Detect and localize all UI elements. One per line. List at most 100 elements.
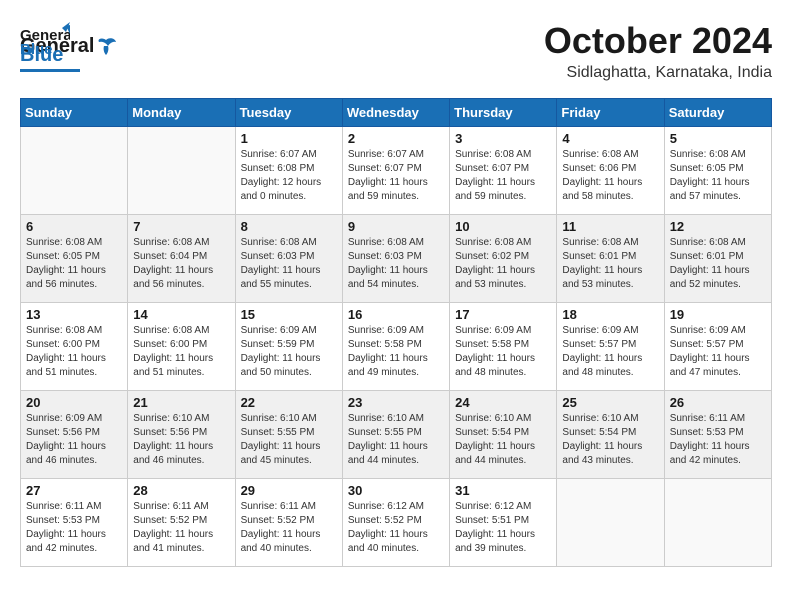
day-info: Sunrise: 6:11 AMSunset: 5:53 PMDaylight:… (26, 500, 122, 556)
day-number: 17 (455, 307, 551, 322)
day-number: 29 (241, 483, 337, 498)
location-title: Sidlaghatta, Karnataka, India (544, 64, 772, 82)
day-number: 15 (241, 307, 337, 322)
calendar-table: SundayMondayTuesdayWednesdayThursdayFrid… (20, 98, 772, 567)
day-info: Sunrise: 6:09 AMSunset: 5:57 PMDaylight:… (562, 324, 658, 380)
day-number: 16 (348, 307, 444, 322)
calendar-cell: 24Sunrise: 6:10 AMSunset: 5:54 PMDayligh… (450, 391, 557, 479)
weekday-header-monday: Monday (128, 99, 235, 127)
day-number: 23 (348, 395, 444, 410)
day-number: 28 (133, 483, 229, 498)
day-info: Sunrise: 6:12 AMSunset: 5:52 PMDaylight:… (348, 500, 444, 556)
day-number: 18 (562, 307, 658, 322)
calendar-cell: 25Sunrise: 6:10 AMSunset: 5:54 PMDayligh… (557, 391, 664, 479)
calendar-cell: 10Sunrise: 6:08 AMSunset: 6:02 PMDayligh… (450, 215, 557, 303)
calendar-week-row: 20 Sunrise: 6:09 AMSunset: 5:56 PMDayligh… (21, 391, 772, 479)
day-info: Sunrise: 6:10 AMSunset: 5:55 PMDaylight:… (348, 412, 444, 468)
calendar-header-row: SundayMondayTuesdayWednesdayThursdayFrid… (21, 99, 772, 127)
calendar-cell: 27 Sunrise: 6:11 AMSunset: 5:53 PMDayligh… (21, 479, 128, 567)
logo: General Blue General Blue (20, 20, 118, 72)
weekday-header-sunday: Sunday (21, 99, 128, 127)
calendar-cell (128, 127, 235, 215)
day-info: Sunrise: 6:08 AMSunset: 6:06 PMDaylight:… (562, 148, 658, 204)
day-info: Sunrise: 6:08 AMSunset: 6:03 PMDaylight:… (348, 236, 444, 292)
day-info: Sunrise: 6:08 AMSunset: 6:04 PMDaylight:… (133, 236, 229, 292)
day-info: Sunrise: 6:10 AMSunset: 5:55 PMDaylight:… (241, 412, 337, 468)
calendar-cell: 23 Sunrise: 6:10 AMSunset: 5:55 PMDayligh… (342, 391, 449, 479)
day-info: Sunrise: 6:12 AMSunset: 5:51 PMDaylight:… (455, 500, 551, 556)
day-info: Sunrise: 6:11 AMSunset: 5:52 PMDaylight:… (133, 500, 229, 556)
svg-text:Blue: Blue (20, 41, 53, 58)
day-info: Sunrise: 6:09 AMSunset: 5:59 PMDaylight:… (241, 324, 337, 380)
day-number: 30 (348, 483, 444, 498)
day-number: 7 (133, 219, 229, 234)
calendar-cell: 30 Sunrise: 6:12 AMSunset: 5:52 PMDayligh… (342, 479, 449, 567)
calendar-cell: 18 Sunrise: 6:09 AMSunset: 5:57 PMDayligh… (557, 303, 664, 391)
day-number: 27 (26, 483, 122, 498)
calendar-title-block: October 2024 Sidlaghatta, Karnataka, Ind… (544, 20, 772, 82)
calendar-cell: 17Sunrise: 6:09 AMSunset: 5:58 PMDayligh… (450, 303, 557, 391)
calendar-week-row: 1 Sunrise: 6:07 AMSunset: 6:08 PMDaylight… (21, 127, 772, 215)
calendar-week-row: 6Sunrise: 6:08 AMSunset: 6:05 PMDaylight… (21, 215, 772, 303)
day-number: 1 (241, 131, 337, 146)
day-number: 11 (562, 219, 658, 234)
day-info: Sunrise: 6:10 AMSunset: 5:56 PMDaylight:… (133, 412, 229, 468)
weekday-header-friday: Friday (557, 99, 664, 127)
calendar-cell: 8Sunrise: 6:08 AMSunset: 6:03 PMDaylight… (235, 215, 342, 303)
calendar-cell: 15 Sunrise: 6:09 AMSunset: 5:59 PMDayligh… (235, 303, 342, 391)
day-info: Sunrise: 6:07 AMSunset: 6:07 PMDaylight:… (348, 148, 444, 204)
logo-bird-icon (95, 36, 117, 58)
calendar-cell: 28 Sunrise: 6:11 AMSunset: 5:52 PMDayligh… (128, 479, 235, 567)
calendar-cell: 5 Sunrise: 6:08 AMSunset: 6:05 PMDaylight… (664, 127, 771, 215)
logo-divider (20, 69, 80, 72)
calendar-cell: 6Sunrise: 6:08 AMSunset: 6:05 PMDaylight… (21, 215, 128, 303)
day-info: Sunrise: 6:08 AMSunset: 6:01 PMDaylight:… (670, 236, 766, 292)
calendar-cell: 4 Sunrise: 6:08 AMSunset: 6:06 PMDaylight… (557, 127, 664, 215)
calendar-cell: 29 Sunrise: 6:11 AMSunset: 5:52 PMDayligh… (235, 479, 342, 567)
calendar-cell: 2 Sunrise: 6:07 AMSunset: 6:07 PMDaylight… (342, 127, 449, 215)
calendar-cell (557, 479, 664, 567)
day-number: 4 (562, 131, 658, 146)
logo-icon: General Blue (20, 20, 70, 60)
day-number: 3 (455, 131, 551, 146)
calendar-week-row: 27 Sunrise: 6:11 AMSunset: 5:53 PMDayligh… (21, 479, 772, 567)
day-number: 9 (348, 219, 444, 234)
day-info: Sunrise: 6:09 AMSunset: 5:56 PMDaylight:… (26, 412, 122, 468)
calendar-cell: 1 Sunrise: 6:07 AMSunset: 6:08 PMDaylight… (235, 127, 342, 215)
calendar-cell: 16Sunrise: 6:09 AMSunset: 5:58 PMDayligh… (342, 303, 449, 391)
day-info: Sunrise: 6:08 AMSunset: 6:05 PMDaylight:… (26, 236, 122, 292)
day-number: 2 (348, 131, 444, 146)
calendar-cell: 7 Sunrise: 6:08 AMSunset: 6:04 PMDaylight… (128, 215, 235, 303)
page-header: General Blue General Blue October 2024 S… (20, 20, 772, 82)
calendar-cell: 31 Sunrise: 6:12 AMSunset: 5:51 PMDayligh… (450, 479, 557, 567)
day-number: 12 (670, 219, 766, 234)
day-number: 20 (26, 395, 122, 410)
day-number: 5 (670, 131, 766, 146)
day-info: Sunrise: 6:09 AMSunset: 5:57 PMDaylight:… (670, 324, 766, 380)
day-info: Sunrise: 6:08 AMSunset: 6:00 PMDaylight:… (26, 324, 122, 380)
calendar-cell: 13Sunrise: 6:08 AMSunset: 6:00 PMDayligh… (21, 303, 128, 391)
month-title: October 2024 (544, 20, 772, 62)
day-info: Sunrise: 6:08 AMSunset: 6:03 PMDaylight:… (241, 236, 337, 292)
day-number: 21 (133, 395, 229, 410)
weekday-header-wednesday: Wednesday (342, 99, 449, 127)
day-info: Sunrise: 6:07 AMSunset: 6:08 PMDaylight:… (241, 148, 337, 204)
day-number: 31 (455, 483, 551, 498)
calendar-cell (21, 127, 128, 215)
calendar-cell: 26Sunrise: 6:11 AMSunset: 5:53 PMDayligh… (664, 391, 771, 479)
day-info: Sunrise: 6:10 AMSunset: 5:54 PMDaylight:… (562, 412, 658, 468)
day-info: Sunrise: 6:08 AMSunset: 6:05 PMDaylight:… (670, 148, 766, 204)
weekday-header-tuesday: Tuesday (235, 99, 342, 127)
calendar-cell: 3Sunrise: 6:08 AMSunset: 6:07 PMDaylight… (450, 127, 557, 215)
day-number: 22 (241, 395, 337, 410)
day-info: Sunrise: 6:08 AMSunset: 6:00 PMDaylight:… (133, 324, 229, 380)
calendar-cell: 9 Sunrise: 6:08 AMSunset: 6:03 PMDaylight… (342, 215, 449, 303)
day-number: 10 (455, 219, 551, 234)
day-info: Sunrise: 6:11 AMSunset: 5:53 PMDaylight:… (670, 412, 766, 468)
calendar-cell: 21 Sunrise: 6:10 AMSunset: 5:56 PMDayligh… (128, 391, 235, 479)
calendar-cell: 19Sunrise: 6:09 AMSunset: 5:57 PMDayligh… (664, 303, 771, 391)
day-info: Sunrise: 6:08 AMSunset: 6:01 PMDaylight:… (562, 236, 658, 292)
day-info: Sunrise: 6:11 AMSunset: 5:52 PMDaylight:… (241, 500, 337, 556)
weekday-header-thursday: Thursday (450, 99, 557, 127)
calendar-week-row: 13Sunrise: 6:08 AMSunset: 6:00 PMDayligh… (21, 303, 772, 391)
